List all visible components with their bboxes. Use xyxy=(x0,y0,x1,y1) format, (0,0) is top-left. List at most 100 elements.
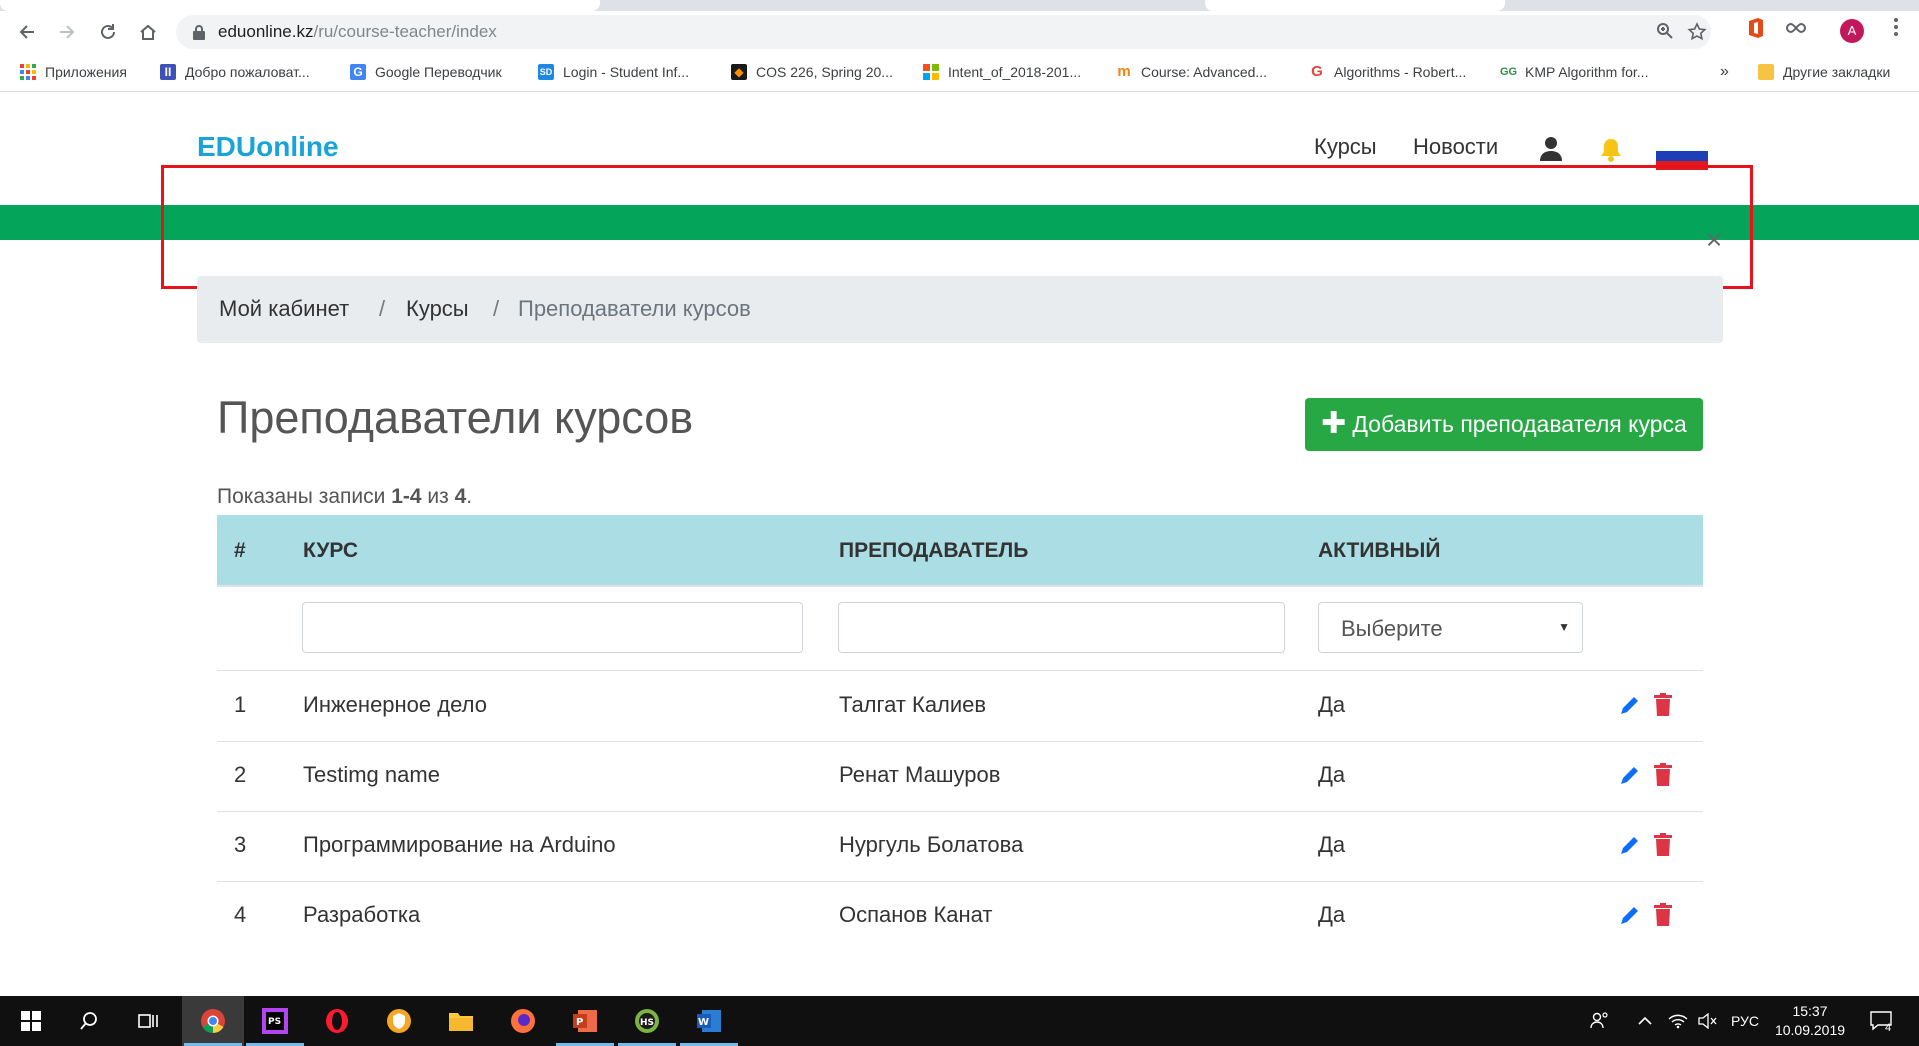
breadcrumb-home-link[interactable]: Мой кабинет xyxy=(219,296,349,322)
cell-num: 4 xyxy=(234,902,247,927)
bookmark-star-icon[interactable] xyxy=(1686,22,1708,44)
reload-button[interactable] xyxy=(93,17,123,47)
lock-icon xyxy=(193,25,205,40)
tray-language[interactable]: РУС xyxy=(1731,996,1759,1046)
plus-icon: ✚ xyxy=(1321,406,1347,440)
breadcrumb: Мой кабинет / Курсы / Преподаватели курс… xyxy=(197,276,1723,343)
nav-news-link[interactable]: Новости xyxy=(1413,134,1498,160)
header-course[interactable]: КУРС xyxy=(303,539,358,563)
back-button[interactable] xyxy=(12,17,42,47)
phpstorm-icon: PS xyxy=(262,1008,288,1034)
infinity-extension-icon[interactable] xyxy=(1784,17,1808,41)
other-bookmarks-folder[interactable]: Другие закладки xyxy=(1758,62,1890,82)
tray-wifi-icon[interactable] xyxy=(1668,996,1688,1046)
tray-clock[interactable]: 15:37 10.09.2019 xyxy=(1760,1002,1860,1040)
address-bar[interactable]: eduonline.kz/ru/course-teacher/index xyxy=(176,15,1711,49)
home-icon xyxy=(140,24,156,40)
chrome-icon xyxy=(201,1009,225,1033)
language-flag-russia[interactable] xyxy=(1656,142,1708,171)
site-logo[interactable]: EDUonline xyxy=(197,131,339,163)
browser-tab[interactable] xyxy=(1205,0,1505,11)
bookmark-welcome[interactable]: II Добро пожаловат... xyxy=(160,62,310,82)
summary-prefix: Показаны записи xyxy=(217,485,392,508)
cell-course: Разработка xyxy=(303,902,421,927)
edit-pencil-icon[interactable] xyxy=(1619,764,1641,786)
bookmark-algorithms[interactable]: G Algorithms - Robert... xyxy=(1309,62,1466,82)
delete-trash-icon[interactable] xyxy=(1654,903,1672,927)
course-filter-input[interactable] xyxy=(302,602,803,653)
cell-teacher: Нургуль Болатова xyxy=(839,832,1024,857)
search-button[interactable] xyxy=(58,996,120,1046)
taskbar-vpn[interactable] xyxy=(368,996,430,1046)
profile-avatar[interactable]: A xyxy=(1840,19,1864,43)
edit-pencil-icon[interactable] xyxy=(1619,694,1641,716)
office-extension-icon[interactable] xyxy=(1744,17,1768,41)
cell-active: Да xyxy=(1318,692,1346,717)
header-teacher[interactable]: ПРЕПОДАВАТЕЛЬ xyxy=(839,539,1028,563)
firefox-icon xyxy=(511,1009,535,1033)
bookmark-label: Intent_of_2018-201... xyxy=(948,64,1082,80)
tray-volume-icon[interactable] xyxy=(1698,996,1718,1046)
bookmark-label: Приложения xyxy=(45,64,127,80)
delete-trash-icon[interactable] xyxy=(1654,693,1672,717)
tray-people-icon[interactable] xyxy=(1590,996,1610,1046)
zoom-icon[interactable] xyxy=(1654,22,1676,44)
bookmark-label: Course: Advanced... xyxy=(1141,64,1268,80)
header-active[interactable]: АКТИВНЫЙ xyxy=(1318,539,1440,563)
taskbar-firefox[interactable] xyxy=(492,996,554,1046)
bookmark-cos226[interactable]: ◆ COS 226, Spring 20... xyxy=(731,62,893,82)
alert-close-button[interactable]: × xyxy=(1703,225,1725,255)
bookmark-intent[interactable]: Intent_of_2018-201... xyxy=(923,62,1081,82)
teacher-filter-input[interactable] xyxy=(838,602,1285,653)
bookmark-student-login[interactable]: SD Login - Student Inf... xyxy=(538,62,689,82)
cell-active: Да xyxy=(1318,762,1346,787)
google-translate-icon: G xyxy=(350,64,366,80)
bookmark-google-translate[interactable]: G Google Переводчик xyxy=(350,62,502,82)
tray-chevron-up-icon[interactable] xyxy=(1638,996,1652,1046)
taskbar-opera[interactable] xyxy=(306,996,368,1046)
bell-icon[interactable] xyxy=(1599,137,1623,162)
delete-trash-icon[interactable] xyxy=(1654,833,1672,857)
cell-num: 3 xyxy=(234,832,247,857)
taskbar-word[interactable]: W xyxy=(678,996,740,1046)
menu-kebab-icon[interactable] xyxy=(1884,17,1908,41)
bookmark-label: Другие закладки xyxy=(1783,64,1891,80)
taskbar-powerpoint[interactable]: P xyxy=(554,996,616,1046)
bookmarks-bar: Приложения II Добро пожаловат... G Googl… xyxy=(0,53,1919,92)
user-icon[interactable] xyxy=(1539,136,1563,162)
taskbar-chrome[interactable] xyxy=(182,996,244,1046)
site-icon: II xyxy=(160,64,176,80)
active-filter-select[interactable]: Выберите ▼ xyxy=(1318,602,1583,653)
bookmark-label: Algorithms - Robert... xyxy=(1334,64,1467,80)
chevron-down-icon: ▼ xyxy=(1558,620,1570,634)
clock-time: 15:37 xyxy=(1792,1003,1828,1019)
edit-pencil-icon[interactable] xyxy=(1619,834,1641,856)
taskbar-phpstorm[interactable]: PS xyxy=(244,996,306,1046)
add-course-teacher-button[interactable]: ✚ Добавить преподавателя курса xyxy=(1305,398,1703,451)
nav-courses-link[interactable]: Курсы xyxy=(1314,134,1377,160)
taskbar-hs-app[interactable]: HS xyxy=(616,996,678,1046)
browser-tab[interactable] xyxy=(0,0,600,11)
breadcrumb-current: Преподаватели курсов xyxy=(518,296,751,321)
home-button[interactable] xyxy=(133,17,163,47)
task-view-button[interactable] xyxy=(118,996,180,1046)
breadcrumb-courses-link[interactable]: Курсы xyxy=(406,296,469,322)
summary-total: 4 xyxy=(454,485,467,508)
windows-taskbar: PS P HS W РУС 15:37 10.09.2019 4 xyxy=(0,996,1919,1046)
bookmark-course-advanced[interactable]: m Course: Advanced... xyxy=(1116,62,1267,82)
bookmark-label: Google Переводчик xyxy=(375,64,502,80)
forward-button[interactable] xyxy=(52,17,82,47)
tray-notifications[interactable]: 4 xyxy=(1870,996,1892,1046)
bookmark-apps[interactable]: Приложения xyxy=(20,62,127,82)
add-button-label: Добавить преподавателя курса xyxy=(1352,411,1687,437)
bookmark-kmp[interactable]: GG KMP Algorithm for... xyxy=(1500,62,1648,82)
flag-stripe-blue xyxy=(1656,151,1708,161)
hs-app-icon: HS xyxy=(635,1009,659,1033)
delete-trash-icon[interactable] xyxy=(1654,763,1672,787)
powerpoint-icon: P xyxy=(573,1010,597,1032)
start-button[interactable] xyxy=(0,996,62,1046)
more-bookmarks-button[interactable]: » xyxy=(1720,62,1729,82)
edit-pencil-icon[interactable] xyxy=(1619,904,1641,926)
taskbar-explorer[interactable] xyxy=(430,996,492,1046)
table-row: 2 Testimg name Ренат Машуров Да xyxy=(217,741,1703,812)
